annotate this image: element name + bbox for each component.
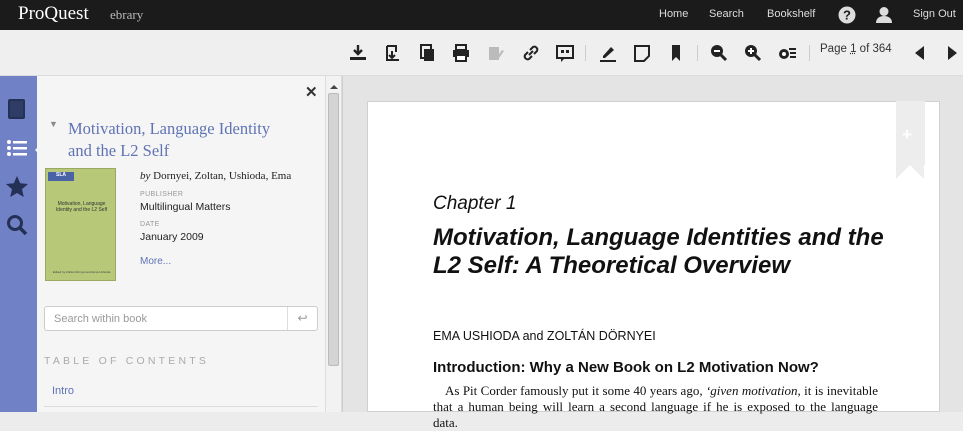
- cover-footer: Edited by Zoltán Dörnyei and Ema Ushioda: [52, 270, 111, 274]
- prev-page-icon[interactable]: [909, 42, 931, 64]
- book-authors: by Dornyei, Zoltan, Ushioda, Ema: [140, 170, 291, 182]
- download-chapter-icon[interactable]: [382, 42, 404, 64]
- user-icon[interactable]: [873, 4, 895, 26]
- print-icon[interactable]: [450, 42, 472, 64]
- top-navigation-bar: ProQuest ebrary Home Search Bookshelf ? …: [0, 0, 963, 30]
- page-bookmark-ribbon[interactable]: +: [896, 101, 925, 179]
- book-cover[interactable]: SLA Motivation, Language Identity and th…: [45, 168, 116, 281]
- note-icon[interactable]: [631, 42, 653, 64]
- by-prefix: by: [140, 170, 151, 182]
- body-paragraph: As Pit Corder famously put it some 40 ye…: [433, 383, 878, 431]
- book-title[interactable]: Motivation, Language Identity and the L2…: [68, 118, 298, 162]
- sign-out-link[interactable]: Sign Out: [913, 8, 956, 20]
- scrollbar-thumb[interactable]: [328, 93, 339, 366]
- chapter-authors: EMA USHIODA and ZOLTÁN DÖRNYEI: [433, 329, 656, 343]
- search-submit-icon[interactable]: ↩: [287, 307, 317, 330]
- date-label: DATE: [140, 221, 160, 228]
- annotate-icon[interactable]: [597, 42, 619, 64]
- proquest-logo[interactable]: ProQuest: [18, 3, 89, 25]
- section-heading: Introduction: Why a New Book on L2 Motiv…: [433, 359, 819, 376]
- chapter-title: Motivation, Language Identities and the …: [433, 224, 884, 279]
- highlight-icon[interactable]: [485, 42, 507, 64]
- date-value: January 2009: [140, 231, 204, 243]
- nav-home-link[interactable]: Home: [659, 8, 688, 20]
- close-icon[interactable]: ✕: [305, 83, 318, 101]
- search-input[interactable]: [45, 307, 285, 330]
- page-settings-icon[interactable]: [776, 42, 798, 64]
- zoom-in-icon[interactable]: [742, 42, 764, 64]
- author-names: Dornyei, Zoltan, Ushioda, Ema: [153, 170, 292, 182]
- search-icon[interactable]: [4, 212, 33, 242]
- search-within-book: ↩: [44, 306, 318, 331]
- svg-text:?: ?: [843, 8, 851, 23]
- link-icon[interactable]: [520, 42, 542, 64]
- nav-search-link[interactable]: Search: [709, 8, 744, 20]
- book-icon[interactable]: [4, 96, 33, 126]
- list-icon[interactable]: [4, 135, 41, 165]
- more-link[interactable]: More...: [140, 256, 171, 267]
- toolbar-divider: [697, 45, 698, 61]
- cover-title: Motivation, Language Identity and the L2…: [55, 201, 108, 213]
- paragraph-italic: ‘given motivation: [705, 383, 798, 398]
- paragraph-text: As Pit Corder famously put it some 40 ye…: [445, 383, 706, 398]
- toolbar-divider: [809, 45, 810, 61]
- publisher-label: PUBLISHER: [140, 191, 184, 198]
- product-name: ebrary: [110, 7, 144, 22]
- toolbar-divider: [585, 45, 586, 61]
- reader-toolbar: Page 1 of 364: [0, 30, 963, 76]
- star-icon[interactable]: [4, 174, 33, 204]
- scroll-up-icon[interactable]: [330, 81, 338, 89]
- help-icon[interactable]: ?: [836, 4, 858, 26]
- download-icon[interactable]: [347, 42, 369, 64]
- toc-divider: [44, 406, 318, 407]
- sidebar-icon-rail: [0, 76, 41, 412]
- toc-item-intro[interactable]: Intro: [52, 385, 74, 397]
- chapter-number: Chapter 1: [433, 193, 517, 214]
- bookmark-icon[interactable]: [665, 42, 687, 64]
- page-indicator: Page 1 of 364: [820, 43, 892, 55]
- zoom-out-icon[interactable]: [708, 42, 730, 64]
- publisher-value: Multilingual Matters: [140, 201, 231, 213]
- collapse-caret-icon[interactable]: ▼: [49, 119, 58, 129]
- add-bookmark-icon: +: [902, 125, 912, 144]
- page-total: of 364: [859, 43, 892, 55]
- next-page-icon[interactable]: [941, 42, 963, 64]
- cover-series-label: SLA: [48, 172, 74, 181]
- citation-icon[interactable]: [554, 42, 576, 64]
- current-page-field[interactable]: 1: [850, 43, 856, 55]
- page-label: Page: [820, 43, 847, 55]
- toc-heading: TABLE OF CONTENTS: [44, 355, 210, 367]
- nav-bookshelf-link[interactable]: Bookshelf: [767, 8, 815, 20]
- panel-scrollbar[interactable]: [326, 76, 342, 412]
- copy-icon[interactable]: [416, 42, 438, 64]
